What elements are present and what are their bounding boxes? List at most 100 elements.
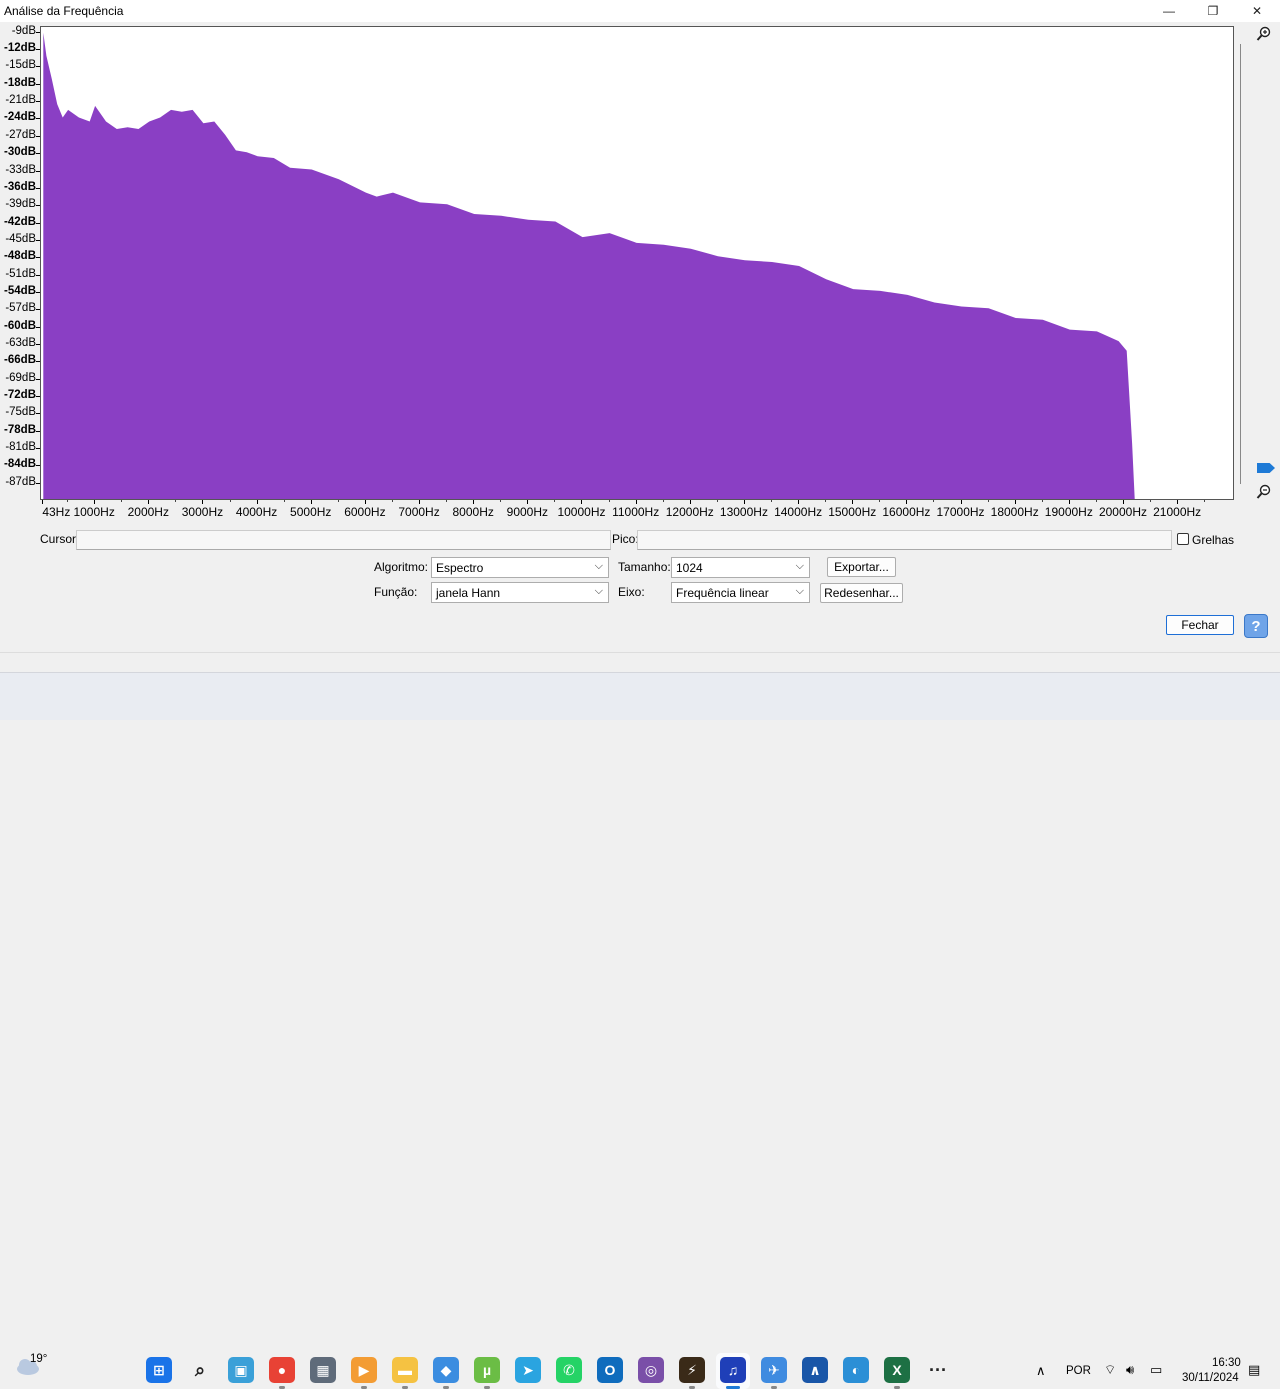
close-window-button[interactable]: ✕ xyxy=(1234,0,1280,22)
arc-app-icon[interactable]: ∧ xyxy=(802,1357,828,1383)
chrome-icon[interactable]: ● xyxy=(269,1357,295,1383)
function-select[interactable]: janela Hann ⌵ xyxy=(431,582,609,603)
search-icon[interactable]: ⌕ xyxy=(187,1357,213,1383)
chevron-down-icon: ⌵ xyxy=(594,585,603,597)
y-tick-label: -27dB xyxy=(5,128,36,141)
x-tick xyxy=(1177,500,1179,504)
redraw-button[interactable]: Redesenhar... xyxy=(820,583,903,603)
maximize-button[interactable]: ❐ xyxy=(1190,0,1236,22)
function-label: Função: xyxy=(374,585,418,599)
language-indicator[interactable]: POR xyxy=(1066,1365,1091,1377)
peak-field xyxy=(637,530,1172,550)
telegram-icon[interactable]: ➤ xyxy=(515,1357,541,1383)
y-tick-label: -15dB xyxy=(5,59,36,72)
y-tick-label: -78dB xyxy=(4,423,36,436)
x-minor-tick xyxy=(554,500,556,502)
x-tick xyxy=(743,500,745,504)
spectrum-plot[interactable] xyxy=(40,26,1234,500)
x-tick-label: 19000Hz xyxy=(1044,505,1093,519)
x-tick-label: 16000Hz xyxy=(882,505,931,519)
y-tick-label: -87dB xyxy=(5,475,36,488)
calculator-icon[interactable]: ▦ xyxy=(310,1357,336,1383)
x-minor-tick xyxy=(608,500,610,502)
x-minor-tick xyxy=(771,500,773,502)
volume-icon[interactable]: 🔊︎ xyxy=(1126,1362,1134,1378)
x-tick-label: 21000Hz xyxy=(1153,505,1202,519)
cursor-label: Cursor: xyxy=(40,532,80,546)
y-tick-label: -66dB xyxy=(4,354,36,367)
x-tick-label: 3000Hz xyxy=(181,505,224,519)
x-tick xyxy=(256,500,258,504)
widgets-icon[interactable]: ▣ xyxy=(228,1357,254,1383)
minimize-button[interactable]: — xyxy=(1146,0,1192,22)
zoom-slider-track[interactable] xyxy=(1240,44,1241,484)
photos-icon[interactable]: ◆ xyxy=(433,1357,459,1383)
clock-time[interactable]: 16:30 xyxy=(1212,1357,1241,1369)
y-tick-label: -24dB xyxy=(4,111,36,124)
x-tick xyxy=(906,500,908,504)
x-minor-tick xyxy=(716,500,718,502)
x-tick-label: 6000Hz xyxy=(344,505,386,519)
x-tick-label: 18000Hz xyxy=(990,505,1039,519)
outlook-icon[interactable]: O xyxy=(597,1357,623,1383)
wifi-icon[interactable]: ⌔ xyxy=(1104,1362,1116,1378)
x-tick-label: 13000Hz xyxy=(719,505,768,519)
size-value: 1024 xyxy=(676,561,703,575)
tray-chevron-icon[interactable]: ∧ xyxy=(1036,1363,1046,1379)
zoom-slider-thumb[interactable] xyxy=(1257,463,1275,473)
algorithm-select[interactable]: Espectro ⌵ xyxy=(431,557,609,578)
zoom-in-icon[interactable] xyxy=(1256,26,1272,45)
more-apps-icon[interactable]: ··· xyxy=(925,1357,951,1383)
function-value: janela Hann xyxy=(436,586,501,600)
x-minor-tick xyxy=(67,500,69,502)
whatsapp-icon[interactable]: ✆ xyxy=(556,1357,582,1383)
x-minor-tick xyxy=(283,500,285,502)
x-minor-tick xyxy=(825,500,827,502)
y-tick-label: -42dB xyxy=(4,215,36,228)
battery-icon[interactable]: ▭ xyxy=(1150,1362,1162,1378)
algorithm-label: Algoritmo: xyxy=(374,560,429,574)
x-minor-tick xyxy=(1095,500,1097,502)
axis-select[interactable]: Frequência linear ⌵ xyxy=(671,582,810,603)
plane-app-icon[interactable]: ✈ xyxy=(761,1357,787,1383)
browser-icon[interactable]: ◎ xyxy=(638,1357,664,1383)
size-select[interactable]: 1024 ⌵ xyxy=(671,557,810,578)
file-explorer-icon[interactable]: ▬ xyxy=(392,1357,418,1383)
x-minor-tick xyxy=(933,500,935,502)
y-tick-label: -18dB xyxy=(4,76,36,89)
chevron-down-icon: ⌵ xyxy=(795,560,804,572)
audacity-icon[interactable]: ♫ xyxy=(720,1357,746,1383)
x-tick-label: 12000Hz xyxy=(665,505,714,519)
chevron-down-icon: ⌵ xyxy=(594,560,603,572)
grid-checkbox[interactable] xyxy=(1177,533,1189,545)
media-player-icon[interactable]: ▶ xyxy=(351,1357,377,1383)
y-tick-label: -60dB xyxy=(4,319,36,332)
x-tick xyxy=(148,500,150,504)
start-icon[interactable]: ⊞ xyxy=(146,1357,172,1383)
close-button[interactable]: Fechar xyxy=(1166,615,1234,635)
y-tick-label: -84dB xyxy=(4,458,36,471)
y-tick-label: -75dB xyxy=(5,406,36,419)
x-minor-tick xyxy=(229,500,231,502)
x-tick xyxy=(310,500,312,504)
clock-date[interactable]: 30/11/2024 xyxy=(1182,1372,1239,1384)
excel-icon[interactable]: X xyxy=(884,1357,910,1383)
notification-icon[interactable]: ▤ xyxy=(1248,1362,1260,1378)
x-tick xyxy=(689,500,691,504)
y-tick-label: -9dB xyxy=(11,24,36,37)
winamp-icon[interactable]: ⚡ xyxy=(679,1357,705,1383)
x-tick-label: 17000Hz xyxy=(936,505,985,519)
y-tick-label: -51dB xyxy=(5,267,36,280)
y-tick-label: -69dB xyxy=(5,371,36,384)
x-tick-label: 15000Hz xyxy=(828,505,877,519)
x-tick-label: 7000Hz xyxy=(398,505,440,519)
x-tick xyxy=(1068,500,1070,504)
help-button[interactable]: ? xyxy=(1244,614,1268,638)
x-tick xyxy=(581,500,583,504)
utorrent-icon[interactable]: µ xyxy=(474,1357,500,1383)
export-button[interactable]: Exportar... xyxy=(827,557,896,577)
taskbar: 19° ⊞ ⌕ ▣ ● ▦ ▶ ▬ ◆ µ ➤ ✆ O ◎ ⚡ ♫ ✈ ∧ ◐ X ··· ∧ POR ⌔ 🔊︎ ▭ … xyxy=(0,672,1280,1389)
edge-icon[interactable]: ◐ xyxy=(843,1357,869,1383)
zoom-out-icon[interactable] xyxy=(1256,484,1272,503)
weather-widget[interactable]: 19° xyxy=(14,1353,47,1380)
